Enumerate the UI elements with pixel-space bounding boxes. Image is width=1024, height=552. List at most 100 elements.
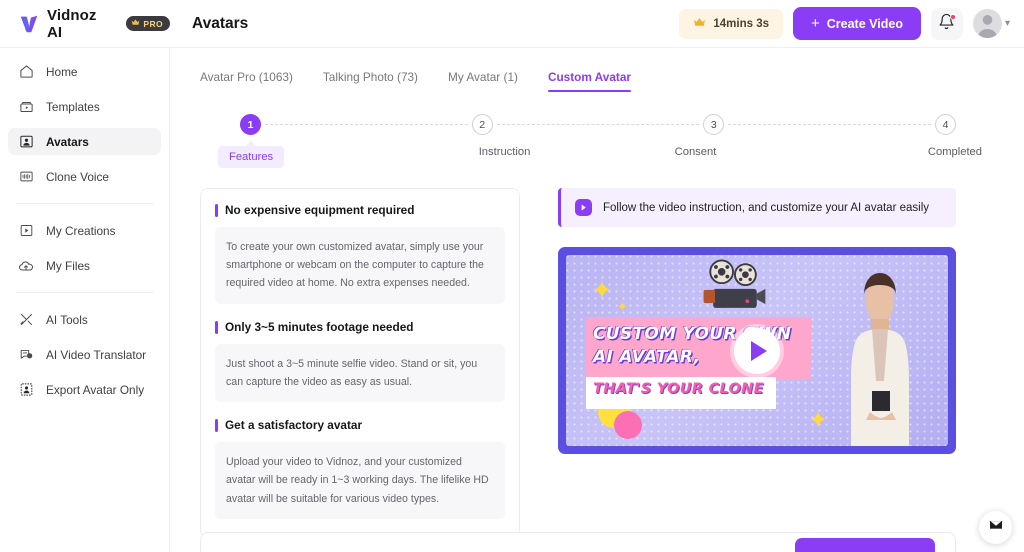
video-column: Follow the video instruction, and custom…: [558, 188, 956, 538]
page-title: Avatars: [192, 15, 248, 33]
tab-my-avatar[interactable]: My Avatar (1): [448, 70, 518, 92]
pro-badge: PRO: [126, 16, 170, 31]
presenter-photo: [836, 263, 924, 446]
step-connector: [497, 124, 700, 125]
film-camera-icon: [696, 257, 772, 317]
sidebar: Home Templates: [0, 48, 170, 552]
sidebar-item-label: AI Video Translator: [46, 348, 146, 362]
sidebar-item-label: Avatars: [46, 135, 89, 149]
cloud-upload-icon: [18, 258, 34, 274]
sidebar-item-label: Home: [46, 65, 77, 79]
sparkle-icon: ✦: [617, 300, 628, 313]
feature-body: To create your own customized avatar, si…: [215, 227, 505, 304]
user-avatar-icon: [973, 9, 1002, 38]
sidebar-item-label: Clone Voice: [46, 170, 109, 184]
notice-text: Follow the video instruction, and custom…: [603, 202, 929, 214]
sidebar-item-home[interactable]: Home: [8, 58, 161, 85]
sidebar-item-clone-voice[interactable]: Clone Voice: [8, 163, 161, 190]
sidebar-item-export-avatar-only[interactable]: Export Avatar Only: [8, 376, 161, 403]
next-step-button[interactable]: [795, 538, 935, 552]
create-video-label: Create Video: [827, 17, 903, 31]
video-instruction-notice: Follow the video instruction, and custom…: [558, 188, 956, 227]
sidebar-item-label: Templates: [46, 100, 100, 114]
avatar-tabs: Avatar Pro (1063) Talking Photo (73) My …: [170, 48, 1024, 92]
feature-block: Get a satisfactory avatar Upload your vi…: [215, 418, 505, 519]
chat-support-button[interactable]: [979, 511, 1012, 544]
features-column: No expensive equipment required To creat…: [200, 188, 520, 538]
step-connector: [728, 124, 931, 125]
sidebar-item-my-creations[interactable]: My Creations: [8, 217, 161, 244]
sidebar-divider: [16, 292, 153, 293]
account-menu[interactable]: ▾: [973, 9, 1010, 38]
features-card: No expensive equipment required To creat…: [200, 188, 520, 538]
chat-message-icon: [988, 517, 1004, 538]
plus-icon: +: [811, 16, 820, 31]
brand-name: Vidnoz AI: [47, 7, 115, 41]
translate-chat-icon: [18, 347, 34, 363]
credits-badge[interactable]: 14mins 3s: [679, 9, 783, 39]
tab-talking-photo[interactable]: Talking Photo (73): [323, 70, 418, 92]
feature-body: Upload your video to Vidnoz, and your cu…: [215, 442, 505, 519]
header-actions: 14mins 3s + Create Video: [679, 7, 1024, 40]
sidebar-item-templates[interactable]: Templates: [8, 93, 161, 120]
sidebar-item-my-files[interactable]: My Files: [8, 252, 161, 279]
instruction-video-thumbnail[interactable]: ✦ ✦ ✦: [558, 247, 956, 454]
decor-pink-circle: [614, 411, 642, 439]
feature-title: Get a satisfactory avatar: [215, 418, 505, 432]
content-columns: No expensive equipment required To creat…: [170, 168, 1024, 538]
create-video-button[interactable]: + Create Video: [793, 7, 921, 40]
feature-block: Only 3~5 minutes footage needed Just sho…: [215, 320, 505, 402]
step-node-3[interactable]: 3: [703, 114, 724, 135]
pro-badge-label: PRO: [143, 19, 163, 29]
feature-body: Just shoot a 3~5 minute selfie video. St…: [215, 344, 505, 402]
step-label-consent: Consent: [675, 146, 717, 168]
app-header: Vidnoz AI PRO Avatars 14mins 3s + Create…: [0, 0, 1024, 48]
sparkle-icon: ✦: [591, 277, 613, 303]
step-node-4[interactable]: 4: [935, 114, 956, 135]
step-label-features: Features: [218, 146, 284, 168]
vidnoz-v-logo-icon: [18, 13, 40, 35]
tools-icon: [18, 312, 34, 328]
home-icon: [18, 64, 34, 80]
credits-value: 14mins 3s: [713, 18, 769, 30]
tab-custom-avatar[interactable]: Custom Avatar: [548, 70, 631, 92]
video-title-line-3: THAT'S YOUR CLONE: [593, 381, 764, 397]
templates-icon: [18, 99, 34, 115]
notification-button[interactable]: [931, 8, 963, 40]
bottom-action-card: [200, 532, 956, 552]
sidebar-item-ai-tools[interactable]: AI Tools: [8, 306, 161, 333]
step-node-1[interactable]: 1: [240, 114, 261, 135]
video-inner: ✦ ✦ ✦: [566, 255, 948, 446]
app-body: Home Templates: [0, 48, 1024, 552]
sparkle-icon: ✦: [808, 409, 828, 433]
crown-icon: [131, 18, 140, 29]
crown-icon: [693, 16, 706, 32]
play-button-icon[interactable]: [734, 328, 780, 374]
step-label-instruction: Instruction: [479, 146, 531, 168]
sidebar-divider: [16, 203, 153, 204]
step-node-2[interactable]: 2: [472, 114, 493, 135]
notification-unread-dot: [950, 14, 956, 20]
play-triangle: [751, 341, 767, 361]
export-avatar-icon: [18, 382, 34, 398]
tab-avatar-pro[interactable]: Avatar Pro (1063): [200, 70, 293, 92]
brand[interactable]: Vidnoz AI PRO: [0, 7, 170, 41]
sidebar-item-label: My Files: [46, 259, 90, 273]
sidebar-item-label: My Creations: [46, 224, 116, 238]
chevron-down-icon: ▾: [1005, 18, 1010, 29]
feature-title: No expensive equipment required: [215, 203, 505, 217]
step-connector: [265, 124, 468, 125]
sidebar-item-avatars[interactable]: Avatars: [8, 128, 161, 155]
video-play-icon: [575, 199, 592, 216]
app-root: Vidnoz AI PRO Avatars 14mins 3s + Create…: [0, 0, 1024, 552]
avatar-icon: [18, 134, 34, 150]
voice-wave-icon: [18, 169, 34, 185]
main-content: Avatar Pro (1063) Talking Photo (73) My …: [170, 48, 1024, 552]
sidebar-item-ai-video-translator[interactable]: AI Video Translator: [8, 341, 161, 368]
sidebar-item-label: Export Avatar Only: [46, 383, 144, 397]
sidebar-item-label: AI Tools: [46, 313, 88, 327]
progress-stepper: 1 2 3 4 Features Instruction: [240, 114, 956, 168]
play-box-icon: [18, 223, 34, 239]
video-title-line-2: AI AVATAR,: [593, 347, 700, 367]
step-label-completed: Completed: [928, 146, 982, 168]
